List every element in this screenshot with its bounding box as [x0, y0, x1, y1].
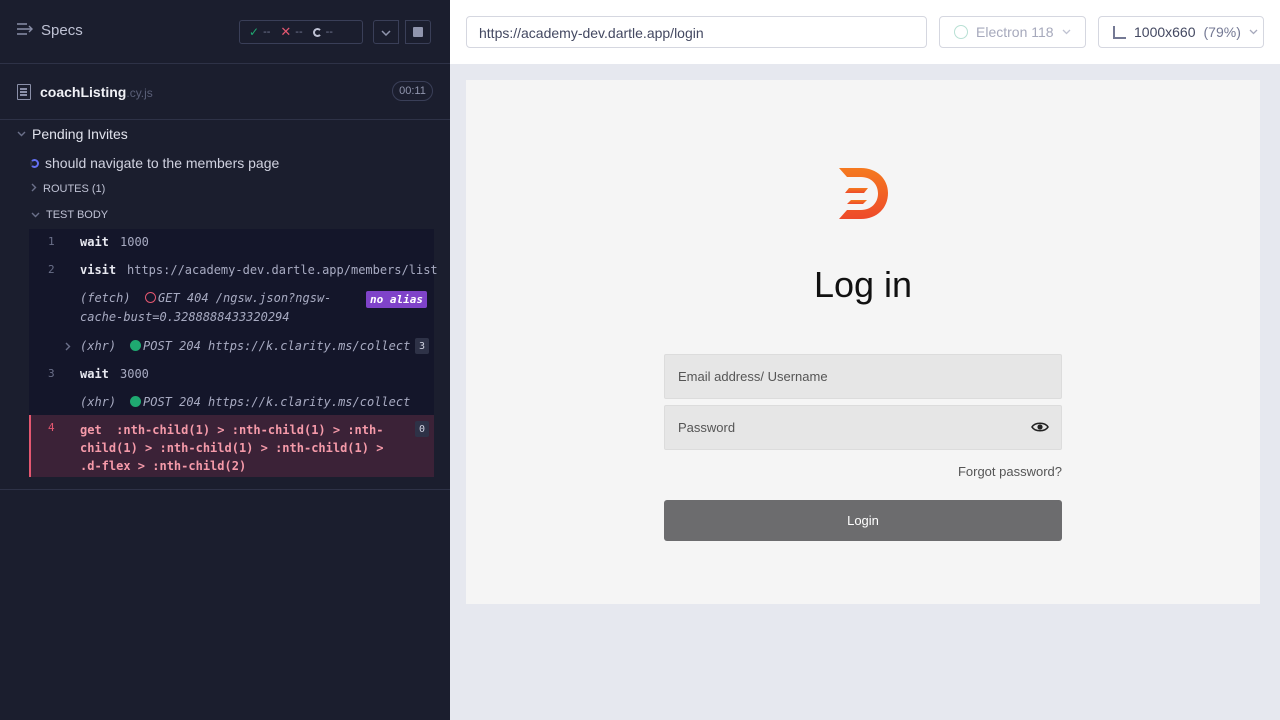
running-spinner-icon [30, 158, 39, 168]
command-name: (fetch) [80, 291, 131, 305]
spec-extension: .cy.js [126, 86, 153, 100]
element-count-badge: 0 [415, 421, 429, 437]
chevron-right-icon [31, 183, 37, 195]
command-log: 1 wait 1000 2 visit https://academy-dev.… [29, 229, 438, 477]
chevron-down-icon [17, 129, 26, 140]
command-row[interactable]: 3 wait 3000 [29, 361, 434, 387]
command-row[interactable]: 1 wait 1000 [29, 229, 434, 255]
failed-stat: ✕ -- [280, 24, 302, 40]
command-name: wait [80, 235, 109, 249]
specs-toggle-button[interactable]: Specs [17, 22, 83, 39]
passed-count: -- [263, 26, 271, 38]
pending-stat: -- [312, 26, 333, 38]
command-name: get [80, 423, 102, 437]
request-count-badge: 3 [415, 338, 429, 354]
password-placeholder: Password [678, 420, 736, 435]
aut-header: https://academy-dev.dartle.app/login Ele… [450, 0, 1280, 64]
collapse-all-button[interactable] [373, 20, 399, 44]
failed-command-row[interactable]: 4 get :nth-child(1) > :nth-child(1) > :n… [29, 415, 434, 477]
command-message-continued: cache-bust=0.3288888433320294 [80, 310, 290, 324]
test-stats: ✓ -- ✕ -- -- [239, 20, 363, 44]
test-title[interactable]: should navigate to the members page [30, 155, 279, 171]
failed-count: -- [295, 26, 303, 38]
selector-text: :nth-child(1) > :nth-child(1) > :nth-chi… [80, 423, 384, 473]
command-number: 2 [48, 263, 55, 276]
viewport-selector[interactable]: 1000x660 (79%) [1098, 16, 1264, 48]
ruler-icon [1113, 25, 1126, 39]
reporter-panel: Specs ✓ -- ✕ -- -- coachListing.cy.js 00… [0, 0, 450, 720]
command-message: GET 404 /ngsw.json?ngsw- [145, 291, 331, 305]
command-name: (xhr) [80, 395, 117, 409]
routes-toggle[interactable]: ROUTES (1) [31, 183, 105, 195]
command-number: 3 [48, 367, 55, 380]
command-row[interactable]: (xhr) POST 204 https://k.clarity.ms/coll… [29, 333, 434, 359]
electron-icon [954, 25, 968, 39]
check-icon: ✓ [249, 25, 260, 39]
suite-title-text: Pending Invites [32, 126, 128, 142]
menu-icon [17, 22, 33, 39]
spec-header: coachListing.cy.js 00:11 [0, 65, 450, 120]
test-body-label: TEST BODY [46, 209, 109, 221]
reporter-header: Specs ✓ -- ✕ -- -- [0, 0, 450, 64]
command-row[interactable]: 2 visit https://academy-dev.dartle.app/m… [29, 257, 438, 283]
chevron-down-icon [31, 209, 40, 221]
zoom-level: (79%) [1203, 24, 1241, 40]
browser-selector[interactable]: Electron 118 [939, 16, 1086, 48]
login-button[interactable]: Login [664, 500, 1062, 541]
page-title: Log in [813, 264, 913, 305]
forgot-password-link[interactable]: Forgot password? [664, 464, 1062, 479]
stop-icon [413, 27, 423, 37]
success-request-icon [130, 340, 141, 351]
command-number: 4 [48, 421, 55, 434]
command-row[interactable]: (fetch) GET 404 /ngsw.json?ngsw- cache-b… [29, 285, 434, 331]
stop-button[interactable] [405, 20, 431, 44]
chevron-down-icon [1249, 27, 1258, 37]
test-body-toggle[interactable]: TEST BODY [31, 209, 108, 221]
dartle-logo [837, 168, 889, 220]
email-field[interactable]: Email address/ Username [664, 354, 1062, 399]
command-name: (xhr) [80, 339, 117, 353]
command-message: https://academy-dev.dartle.app/members/l… [127, 263, 438, 277]
chevron-down-icon [381, 23, 391, 41]
suite-title[interactable]: Pending Invites [17, 126, 128, 142]
app-iframe: Log in Email address/ Username Password … [466, 80, 1260, 604]
chevron-down-icon [1062, 27, 1071, 37]
divider [0, 489, 450, 490]
routes-label: ROUTES (1) [43, 183, 106, 195]
pending-count: -- [325, 26, 333, 38]
command-message: get :nth-child(1) > :nth-child(1) > :nth… [80, 421, 410, 475]
command-message: POST 204 https://k.clarity.ms/collect [130, 395, 410, 409]
chevron-right-icon[interactable] [65, 340, 71, 354]
command-name: visit [80, 263, 117, 277]
specs-label: Specs [41, 22, 83, 39]
x-icon: ✕ [280, 24, 292, 39]
show-password-eye-icon[interactable] [1031, 420, 1049, 434]
success-request-icon [130, 396, 141, 407]
browser-label: Electron 118 [976, 24, 1054, 40]
command-name: wait [80, 367, 109, 381]
viewport-size: 1000x660 [1134, 24, 1196, 40]
test-title-text: should navigate to the members page [45, 155, 280, 171]
command-row[interactable]: (xhr) POST 204 https://k.clarity.ms/coll… [29, 389, 434, 415]
duration-badge: 00:11 [392, 81, 433, 101]
pending-icon [312, 27, 322, 37]
url-bar[interactable]: https://academy-dev.dartle.app/login [466, 16, 927, 48]
command-message: POST 204 https://k.clarity.ms/collect [130, 339, 410, 353]
password-field[interactable]: Password [664, 405, 1062, 450]
command-message: 1000 [120, 235, 149, 249]
passed-stat: ✓ -- [249, 25, 270, 39]
command-number: 1 [48, 235, 55, 248]
document-icon [17, 84, 31, 100]
command-message: 3000 [120, 367, 149, 381]
failed-request-icon [145, 292, 156, 303]
alias-badge: no alias [366, 291, 427, 308]
aut-panel: https://academy-dev.dartle.app/login Ele… [450, 0, 1280, 720]
spec-filename[interactable]: coachListing.cy.js [40, 84, 153, 100]
